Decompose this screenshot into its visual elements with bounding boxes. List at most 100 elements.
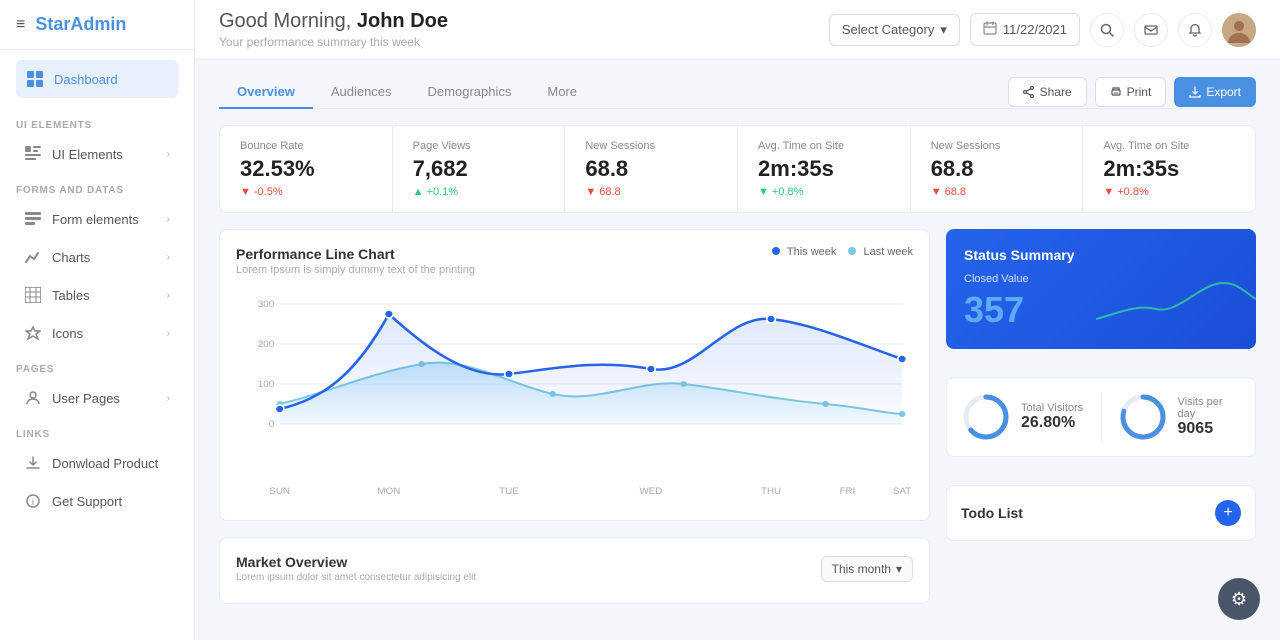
stat-bounce-value: 32.53% <box>240 156 372 182</box>
visits-per-day-stat: Visits per day 9065 <box>1118 392 1242 442</box>
print-button[interactable]: Print <box>1095 77 1167 107</box>
sidebar-item-dashboard[interactable]: Dashboard <box>16 60 178 98</box>
search-button[interactable] <box>1090 13 1124 47</box>
category-label: Select Category <box>842 22 935 37</box>
sidebar-header: ≡ StarAdmin <box>0 0 194 50</box>
sidebar-item-support[interactable]: i Get Support <box>8 482 186 520</box>
user-pages-icon <box>24 389 42 407</box>
category-select[interactable]: Select Category ▾ <box>829 14 960 46</box>
hamburger-icon[interactable]: ≡ <box>16 16 25 34</box>
download-icon <box>24 454 42 472</box>
market-overview-card: Market Overview Lorem ipsum dolor sit am… <box>219 537 930 604</box>
export-label: Export <box>1206 85 1241 99</box>
stat-bounce-change: ▼ -0.5% <box>240 186 372 198</box>
stat-pv-change-val: +0.1% <box>427 186 459 198</box>
stat-avg-time: Avg. Time on Site 2m:35s ▼ +0.8% <box>738 126 911 212</box>
tables-icon <box>24 286 42 304</box>
stat-avg-time2: Avg. Time on Site 2m:35s ▼ +0.8% <box>1083 126 1255 212</box>
stat-ns2-change-val: 68.8 <box>945 186 966 198</box>
visitors-card: Total Visitors 26.80% V <box>946 377 1256 457</box>
charts-label: Charts <box>52 250 90 265</box>
svg-text:MON: MON <box>377 485 400 496</box>
greeting-subtitle: Your performance summary this week <box>219 35 813 49</box>
chart-subtitle: Lorem Ipsum is simply dummy text of the … <box>236 264 475 276</box>
chart-title: Performance Line Chart <box>236 246 475 262</box>
settings-fab[interactable]: ⚙ <box>1218 578 1260 620</box>
total-visitors-donut <box>961 392 1011 442</box>
stat-new-sessions: New Sessions 68.8 ▼ 68.8 <box>565 126 738 212</box>
down-arrow-icon4: ▼ <box>1103 186 1114 198</box>
section-ui-elements: UI ELEMENTS <box>0 108 194 135</box>
content-area: Overview Audiences Demographics More Sha… <box>195 60 1280 640</box>
total-visitors-stat: Total Visitors 26.80% <box>961 392 1085 442</box>
todo-header: Todo List + <box>961 500 1241 526</box>
svg-text:TUE: TUE <box>499 485 519 496</box>
sidebar-item-ui-elements[interactable]: UI Elements › <box>8 135 186 173</box>
bell-button[interactable] <box>1178 13 1212 47</box>
stat-pv-label: Page Views <box>413 140 545 152</box>
stat-at-value: 2m:35s <box>758 156 890 182</box>
tabs-row: Overview Audiences Demographics More Sha… <box>219 76 1256 109</box>
tab-more[interactable]: More <box>529 76 595 109</box>
mail-button[interactable] <box>1134 13 1168 47</box>
legend-this-week: This week <box>772 246 836 258</box>
date-picker[interactable]: 11/22/2021 <box>970 13 1080 46</box>
stat-pv-change: ▲ +0.1% <box>413 186 545 198</box>
user-avatar[interactable] <box>1222 13 1256 47</box>
svg-text:SAT: SAT <box>893 485 912 496</box>
ui-elements-arrow: › <box>167 149 170 160</box>
sidebar-item-download[interactable]: Donwload Product <box>8 444 186 482</box>
market-subtitle: Lorem ipsum dolor sit amet consectetur a… <box>236 572 476 583</box>
todo-add-button[interactable]: + <box>1215 500 1241 526</box>
total-visitors-label: Total Visitors <box>1021 402 1083 414</box>
sidebar-item-charts[interactable]: Charts › <box>8 238 186 276</box>
market-header: Market Overview Lorem ipsum dolor sit am… <box>236 554 913 583</box>
tables-label: Tables <box>52 288 90 303</box>
market-title: Market Overview <box>236 554 476 570</box>
stats-row: Bounce Rate 32.53% ▼ -0.5% Page Views 7,… <box>219 125 1256 213</box>
stat-pv-value: 7,682 <box>413 156 545 182</box>
chart-svg-container: 300 200 100 0 <box>236 284 913 504</box>
brand-part1: Star <box>35 14 70 34</box>
stat-bounce-label: Bounce Rate <box>240 140 372 152</box>
topbar-actions: Select Category ▾ 11/22/2021 <box>829 13 1256 47</box>
greeting-label: Good Morning, <box>219 10 351 32</box>
share-button[interactable]: Share <box>1008 77 1087 107</box>
main-content: Good Morning, John Doe Your performance … <box>195 0 1280 640</box>
month-label: This month <box>832 562 891 576</box>
stat-bounce-change-val: -0.5% <box>254 186 283 198</box>
tab-demographics[interactable]: Demographics <box>410 76 530 109</box>
this-week-label: This week <box>787 246 837 258</box>
print-label: Print <box>1127 85 1152 99</box>
stat-at2-change-val: +0.8% <box>1117 186 1149 198</box>
stat-at-label: Avg. Time on Site <box>758 140 890 152</box>
tab-overview[interactable]: Overview <box>219 76 313 109</box>
month-select[interactable]: This month ▾ <box>821 556 913 582</box>
user-pages-label: User Pages <box>52 391 120 406</box>
todo-list-card: Todo List + <box>946 485 1256 541</box>
stat-ns2-change: ▼ 68.8 <box>931 186 1063 198</box>
sidebar-item-tables[interactable]: Tables › <box>8 276 186 314</box>
stat-at-change: ▼ +0.8% <box>758 186 890 198</box>
stat-at-change-val: +0.8% <box>772 186 804 198</box>
month-chevron: ▾ <box>896 562 902 576</box>
section-forms: FORMS AND DATAS <box>0 173 194 200</box>
username: John Doe <box>357 10 448 32</box>
sidebar-item-user-pages[interactable]: User Pages › <box>8 379 186 417</box>
stat-at2-label: Avg. Time on Site <box>1103 140 1235 152</box>
svg-text:WED: WED <box>639 485 662 496</box>
svg-text:i: i <box>32 497 34 507</box>
export-button[interactable]: Export <box>1174 77 1256 107</box>
performance-chart-card: Performance Line Chart Lorem Ipsum is si… <box>219 229 930 521</box>
down-arrow-icon: ▼ <box>240 186 251 198</box>
visits-per-day-donut <box>1118 392 1168 442</box>
category-chevron: ▾ <box>940 22 947 38</box>
stat-ns-change: ▼ 68.8 <box>585 186 717 198</box>
sidebar-item-form-elements[interactable]: Form elements › <box>8 200 186 238</box>
sidebar-item-icons[interactable]: Icons › <box>8 314 186 352</box>
dashboard-label: Dashboard <box>54 72 118 87</box>
tab-audiences[interactable]: Audiences <box>313 76 410 109</box>
chart-legend: This week Last week <box>772 246 913 258</box>
svg-text:200: 200 <box>258 338 274 349</box>
sidebar: ≡ StarAdmin Dashboard UI ELEMENTS UI Ele… <box>0 0 195 640</box>
